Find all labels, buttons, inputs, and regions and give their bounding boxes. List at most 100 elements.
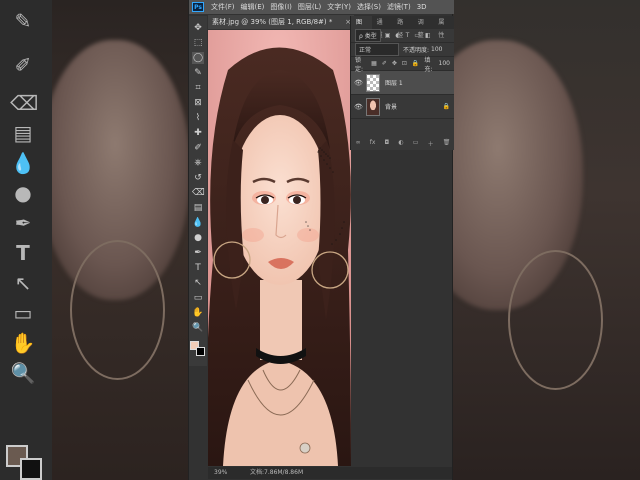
layers-panel: 图层 通道 路径 调整 属性 ρ 类型 ▣ ◐ T ▭ ◧ 正常 不透明度: 1… xyxy=(350,16,454,150)
menu-filter[interactable]: 滤镜(T) xyxy=(384,2,414,12)
move-tool-icon[interactable]: ✥ xyxy=(192,22,204,34)
layer-row-layer1[interactable]: 👁 图层 1 xyxy=(351,71,454,95)
filter-shape-icon[interactable]: ▭ xyxy=(414,32,420,39)
menu-layer[interactable]: 图层(L) xyxy=(295,2,324,12)
big-tool-icon: 💧 xyxy=(10,151,36,175)
visibility-eye-icon[interactable]: 👁 xyxy=(354,79,364,87)
big-tool-icon: ✎ xyxy=(14,9,32,33)
layer-filter-select[interactable]: ρ 类型 xyxy=(355,29,381,42)
big-tool-icon: ▤ xyxy=(13,121,33,145)
path-select-icon[interactable]: ↖ xyxy=(192,277,204,289)
photoshop-window: Ps 文件(F) 编辑(E) 图像(I) 图层(L) 文字(Y) 选择(S) 滤… xyxy=(188,0,454,480)
pen-tool-icon[interactable]: ✒ xyxy=(192,247,204,259)
big-tool-icon: ✐ xyxy=(14,53,32,77)
trash-icon[interactable]: 🗑 xyxy=(443,139,451,148)
zoom-level[interactable]: 39% xyxy=(214,467,227,479)
big-tool-icon: ✒ xyxy=(14,211,32,235)
big-background-swatch xyxy=(20,458,42,480)
opacity-value[interactable]: 100 xyxy=(431,46,442,53)
dodge-tool-icon[interactable]: ● xyxy=(192,232,204,244)
pendant xyxy=(299,442,311,454)
blurred-background-right xyxy=(453,0,640,480)
hand-tool-icon[interactable]: ✋ xyxy=(192,307,204,319)
lock-artboard-icon[interactable]: ⊡ xyxy=(402,60,407,67)
layer-thumbnail xyxy=(366,73,380,92)
stamp-tool-icon[interactable]: ⎈ xyxy=(192,157,204,169)
eyedropper-tool-icon[interactable]: ⌇ xyxy=(192,112,204,124)
filter-smart-icon[interactable]: ◧ xyxy=(425,32,431,39)
image-canvas[interactable] xyxy=(208,30,351,466)
fill-label: 填充: xyxy=(424,56,433,73)
blurred-toolbar: ✎ ✐ ⌫ ▤ 💧 ● ✒ T ↖ ▭ ✋ 🔍 xyxy=(0,0,52,480)
group-icon[interactable]: ▭ xyxy=(413,139,419,148)
filter-type-icon[interactable]: T xyxy=(406,32,410,39)
healing-tool-icon[interactable]: ✚ xyxy=(192,127,204,139)
tools-panel: ✥ ⬚ ◯ ✎ ⌗ ⊠ ⌇ ✚ ✐ ⎈ ↺ ⌫ ▤ 💧 ● ✒ T ↖ ▭ ✋ 🔍 xyxy=(189,16,207,366)
new-layer-icon[interactable]: ＋ xyxy=(428,139,434,148)
panel-tabs: 图层 通道 路径 调整 属性 xyxy=(351,16,454,39)
mask-icon[interactable]: ◘ xyxy=(385,139,390,148)
lock-transparent-icon[interactable]: ▦ xyxy=(371,60,377,67)
link-icon[interactable]: ∞ xyxy=(356,139,361,148)
tab-properties[interactable]: 属性 xyxy=(433,16,454,39)
layers-panel-footer: ∞ fx ◘ ◐ ▭ ＋ 🗑 xyxy=(351,139,455,148)
right-blush xyxy=(297,228,319,242)
lock-row: 锁定: ▦ ✐ ✥ ⊡ 🔒 填充: 100 xyxy=(351,56,454,73)
big-tool-icon: ⌫ xyxy=(10,91,39,115)
type-tool-icon[interactable]: T xyxy=(192,262,204,274)
lock-all-icon[interactable]: 🔒 xyxy=(412,60,419,67)
big-tool-icon: 🔍 xyxy=(10,361,36,385)
video-frame: ✎ ✐ ⌫ ▤ 💧 ● ✒ T ↖ ▭ ✋ 🔍 Ps 文件(F) 编辑(E) 图… xyxy=(0,0,640,480)
menu-image[interactable]: 图像(I) xyxy=(267,2,295,12)
adjustment-icon[interactable]: ◐ xyxy=(398,139,403,148)
big-tool-icon: ✋ xyxy=(10,331,36,355)
menu-3d[interactable]: 3D xyxy=(414,3,430,11)
shape-tool-icon[interactable]: ▭ xyxy=(192,292,204,304)
fx-icon[interactable]: fx xyxy=(370,139,376,148)
lock-label: 锁定: xyxy=(355,56,364,73)
blur-tool-icon[interactable]: 💧 xyxy=(192,217,204,229)
photoshop-logo-icon: Ps xyxy=(192,2,204,12)
tab-channels[interactable]: 通道 xyxy=(372,16,393,39)
menu-type[interactable]: 文字(Y) xyxy=(324,2,354,12)
filter-pixel-icon[interactable]: ▣ xyxy=(385,32,391,39)
lasso-tool-icon[interactable]: ◯ xyxy=(192,52,204,64)
portrait-photo xyxy=(208,30,351,466)
visibility-eye-icon[interactable]: 👁 xyxy=(354,103,364,111)
document-tab[interactable]: 素材.jpg @ 39% (图层 1, RGB/8#) * × xyxy=(208,15,354,29)
layer-name: 图层 1 xyxy=(385,80,403,87)
big-tool-icon: ↖ xyxy=(14,271,32,295)
status-bar: 39% 文档:7.86M/8.86M xyxy=(208,467,452,479)
left-iris xyxy=(261,196,269,204)
lock-pixels-icon[interactable]: ✐ xyxy=(382,60,387,67)
lock-position-icon[interactable]: ✥ xyxy=(392,60,397,67)
menu-edit[interactable]: 编辑(E) xyxy=(238,2,268,12)
frame-tool-icon[interactable]: ⊠ xyxy=(192,97,204,109)
quick-select-tool-icon[interactable]: ✎ xyxy=(192,67,204,79)
tab-adjustments[interactable]: 调整 xyxy=(413,16,434,39)
menu-file[interactable]: 文件(F) xyxy=(208,2,238,12)
tab-layers[interactable]: 图层 xyxy=(351,16,372,39)
big-tool-icon: ▭ xyxy=(13,301,33,325)
big-tool-icon: T xyxy=(16,241,30,265)
blurred-earring-left xyxy=(70,240,165,380)
layer-lock-icon: 🔒 xyxy=(442,103,450,110)
history-brush-icon[interactable]: ↺ xyxy=(192,172,204,184)
left-blush xyxy=(242,228,264,242)
gradient-tool-icon[interactable]: ▤ xyxy=(192,202,204,214)
tab-paths[interactable]: 路径 xyxy=(392,16,413,39)
neck xyxy=(260,280,302,360)
big-tool-icon: ● xyxy=(14,181,32,205)
layer-row-background[interactable]: 👁 背景 🔒 xyxy=(351,95,454,119)
document-title: 素材.jpg @ 39% (图层 1, RGB/8#) * xyxy=(212,18,333,26)
menu-select[interactable]: 选择(S) xyxy=(354,2,384,12)
zoom-tool-icon[interactable]: 🔍 xyxy=(192,322,204,334)
fill-value[interactable]: 100 xyxy=(439,60,450,67)
brush-tool-icon[interactable]: ✐ xyxy=(192,142,204,154)
eraser-tool-icon[interactable]: ⌫ xyxy=(192,187,205,199)
background-color-swatch[interactable] xyxy=(196,347,205,356)
filter-adjust-icon[interactable]: ◐ xyxy=(395,32,400,39)
document-info: 文档:7.86M/8.86M xyxy=(250,469,304,476)
crop-tool-icon[interactable]: ⌗ xyxy=(192,82,204,94)
marquee-tool-icon[interactable]: ⬚ xyxy=(192,37,204,49)
